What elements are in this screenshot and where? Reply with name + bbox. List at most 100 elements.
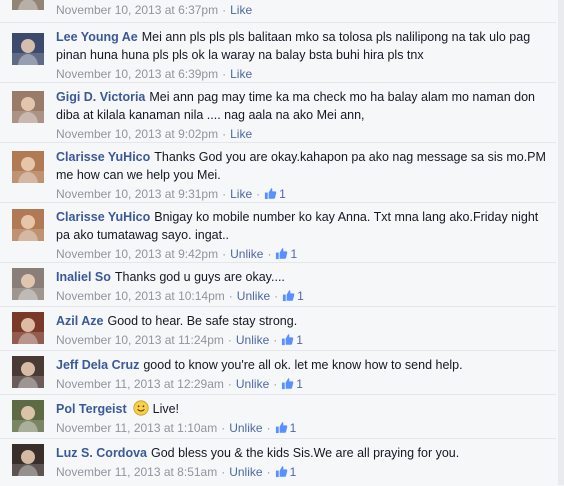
commenter-name-link[interactable]: Inaliel So	[56, 270, 111, 284]
separator-dot: ·	[273, 377, 278, 391]
comment-text: Thanks god u guys are okay....	[114, 270, 285, 284]
like-count: 1	[289, 465, 297, 479]
unlike-button[interactable]: Unlike	[236, 333, 269, 347]
comment-text: good to know you're all ok. let me know …	[143, 358, 463, 372]
separator-dot: ·	[222, 247, 227, 261]
avatar[interactable]	[12, 33, 44, 65]
avatar[interactable]	[12, 151, 44, 183]
comment-text-block: Azil Aze Good to hear. Be safe stay stron…	[56, 312, 550, 330]
unlike-button[interactable]: Unlike	[229, 421, 262, 435]
comment-5: Inaliel So Thanks god u guys are okay....…	[0, 262, 556, 307]
separator-dot: ·	[221, 421, 226, 435]
like-count-link[interactable]: 1	[282, 289, 304, 303]
avatar[interactable]	[12, 0, 44, 10]
comment-6: Azil Aze Good to hear. Be safe stay stron…	[0, 306, 556, 351]
like-count: 1	[279, 187, 286, 201]
like-count-link[interactable]: 1	[275, 465, 297, 479]
separator-dot: ·	[266, 421, 271, 435]
separator-dot: ·	[256, 187, 261, 201]
unlike-button[interactable]: Unlike	[236, 377, 269, 391]
timestamp-link[interactable]: November 10, 2013 at 6:39pm	[56, 67, 218, 81]
thumbs-up-icon	[275, 421, 288, 434]
commenter-name-link[interactable]: Clarisse YuHico	[56, 210, 150, 224]
like-count-link[interactable]: 1	[264, 187, 286, 201]
comment-meta: November 10, 2013 at 10:14pm · Unlike · 1	[56, 287, 550, 305]
comment-text-block: Clarisse YuHico Bnigay ko mobile number k…	[56, 208, 550, 244]
smiley-icon	[133, 400, 149, 416]
commenter-name-link[interactable]: Azil Aze	[56, 314, 103, 328]
comment-text-block: Gigi D. Victoria Mei ann pag may time ka …	[56, 88, 550, 124]
comment-2: Gigi D. Victoria Mei ann pag may time ka …	[0, 82, 556, 143]
like-button[interactable]: Like	[230, 187, 252, 201]
unlike-button[interactable]: Unlike	[230, 247, 263, 261]
like-count-link[interactable]: 1	[275, 421, 297, 435]
like-count: 1	[290, 247, 298, 261]
separator-dot: ·	[273, 333, 278, 347]
timestamp-link[interactable]: November 11, 2013 at 12:29am	[56, 377, 224, 391]
commenter-name-link[interactable]: Lee Young Ae	[56, 30, 138, 44]
like-count-link[interactable]: 1	[281, 377, 303, 391]
like-button[interactable]: Like	[230, 127, 252, 141]
like-count: 1	[289, 421, 297, 435]
separator-dot: ·	[274, 289, 279, 303]
comment-meta: November 10, 2013 at 11:24pm · Unlike · 1	[56, 331, 550, 349]
thumbs-up-icon	[275, 247, 288, 260]
comment-meta: November 11, 2013 at 1:10am · Unlike · 1	[56, 419, 550, 437]
timestamp-link[interactable]: November 10, 2013 at 9:02pm	[56, 127, 218, 141]
avatar[interactable]	[12, 312, 44, 344]
comment-text: Live!	[152, 402, 180, 416]
comment-8: Pol Tergeist Live! November 11, 2013 at 1:…	[0, 394, 556, 439]
comment-text: God bless you & the kids Sis.We are all …	[150, 446, 460, 460]
avatar[interactable]	[12, 268, 44, 300]
commenter-name-link[interactable]: Pol Tergeist	[56, 402, 127, 416]
comment-meta: November 10, 2013 at 9:02pm · Like	[56, 125, 550, 143]
unlike-button[interactable]: Unlike	[237, 289, 270, 303]
thumbs-up-icon	[264, 187, 277, 200]
like-button[interactable]: Like	[230, 67, 252, 81]
comment-text-block: Pol Tergeist Live!	[56, 400, 550, 418]
like-count-link[interactable]: 1	[275, 247, 297, 261]
avatar[interactable]	[12, 91, 44, 123]
commenter-name-link[interactable]: Jeff Dela Cruz	[56, 358, 139, 372]
comment-text-block: Clarisse YuHico Thanks God you are okay.k…	[56, 148, 550, 184]
unlike-button[interactable]: Unlike	[229, 465, 262, 479]
comment-meta: November 10, 2013 at 6:37pm · Like	[56, 1, 550, 19]
thumbs-up-icon	[282, 289, 295, 302]
scrollbar[interactable]	[558, 0, 564, 485]
timestamp-link[interactable]: November 10, 2013 at 9:31pm	[56, 187, 218, 201]
comment-meta: November 11, 2013 at 8:51am · Unlike · 1	[56, 463, 550, 481]
comment-text-block: Inaliel So Thanks god u guys are okay....	[56, 268, 550, 286]
separator-dot: ·	[267, 247, 272, 261]
comment-meta: November 11, 2013 at 12:29am · Unlike · 1	[56, 375, 550, 393]
comment-meta: November 10, 2013 at 9:31pm · Like · 1	[56, 185, 550, 203]
thumbs-up-icon	[281, 333, 294, 346]
comment-meta: November 10, 2013 at 6:39pm · Like	[56, 65, 550, 83]
comment-text-block: Luz S. Cordova God bless you & the kids S…	[56, 444, 550, 462]
comment-meta: November 10, 2013 at 9:42pm · Unlike · 1	[56, 245, 550, 263]
commenter-name-link[interactable]: Luz S. Cordova	[56, 446, 147, 460]
separator-dot: ·	[228, 289, 233, 303]
separator-dot: ·	[227, 333, 232, 347]
comment-text-block: Lee Young Ae Mei ann pls pls pls balitaan…	[56, 28, 550, 64]
separator-dot: ·	[222, 3, 227, 17]
timestamp-link[interactable]: November 10, 2013 at 10:14pm	[56, 289, 225, 303]
comment-4: Clarisse YuHico Bnigay ko mobile number k…	[0, 202, 556, 263]
commenter-name-link[interactable]: Gigi D. Victoria	[56, 90, 145, 104]
like-count: 1	[296, 333, 303, 347]
avatar[interactable]	[12, 444, 44, 476]
comment-1: Lee Young Ae Mei ann pls pls pls balitaan…	[0, 22, 556, 83]
separator-dot: ·	[222, 187, 227, 201]
like-count-link[interactable]: 1	[281, 333, 303, 347]
avatar[interactable]	[12, 400, 44, 432]
timestamp-link[interactable]: November 11, 2013 at 1:10am	[56, 421, 217, 435]
timestamp-link[interactable]: November 10, 2013 at 6:37pm	[56, 3, 218, 17]
separator-dot: ·	[222, 127, 227, 141]
commenter-name-link[interactable]: Clarisse YuHico	[56, 150, 150, 164]
like-button[interactable]: Like	[230, 3, 252, 17]
separator-dot: ·	[227, 377, 232, 391]
timestamp-link[interactable]: November 10, 2013 at 11:24pm	[56, 333, 224, 347]
timestamp-link[interactable]: November 11, 2013 at 8:51am	[56, 465, 217, 479]
avatar[interactable]	[12, 209, 44, 241]
timestamp-link[interactable]: November 10, 2013 at 9:42pm	[56, 247, 218, 261]
avatar[interactable]	[12, 356, 44, 388]
